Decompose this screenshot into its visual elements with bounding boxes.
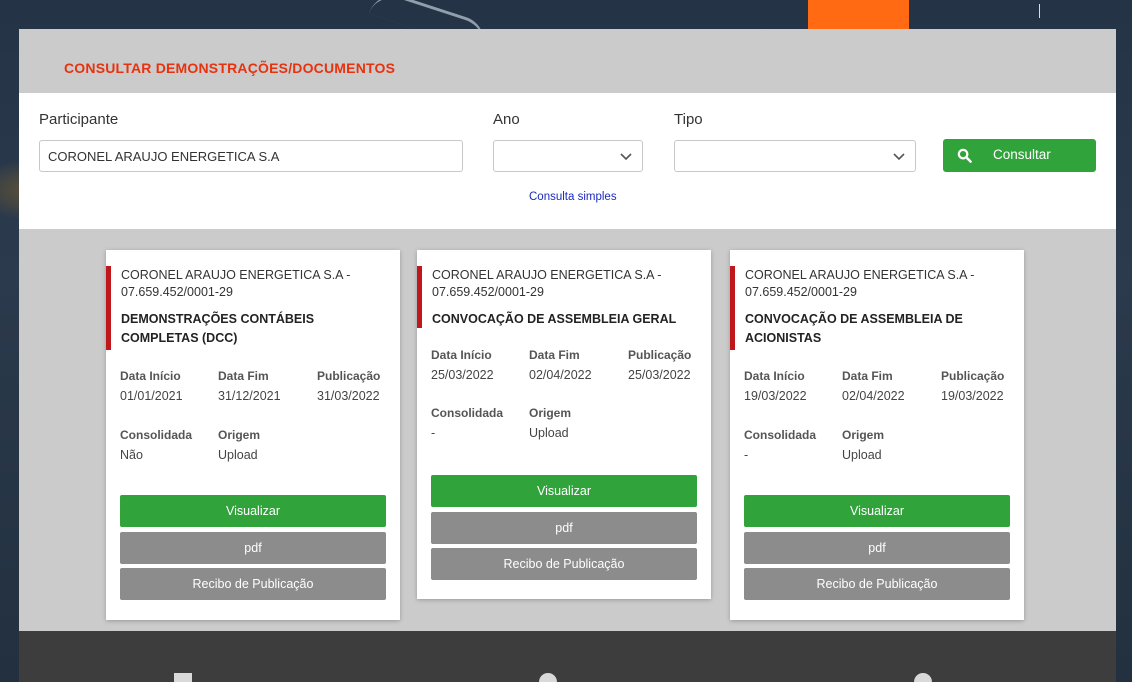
consolidada-label: Consolidada xyxy=(744,428,817,442)
data-fim-label: Data Fim xyxy=(218,369,269,383)
recibo-button[interactable]: Recibo de Publicação xyxy=(120,568,386,600)
recibo-button[interactable]: Recibo de Publicação xyxy=(744,568,1010,600)
footer-icon xyxy=(914,673,932,682)
page-footer xyxy=(19,631,1116,682)
document-card: CORONEL ARAUJO ENERGETICA S.A - 07.659.4… xyxy=(730,250,1024,620)
consulta-simples-link[interactable]: Consulta simples xyxy=(529,191,617,203)
card-doc-type-line1: CONVOCAÇÃO DE ASSEMBLEIA DE xyxy=(745,312,963,326)
card-org-cnpj: 07.659.452/0001-29 xyxy=(432,285,544,299)
pdf-button[interactable]: pdf xyxy=(431,512,697,544)
consolidada-value: - xyxy=(431,426,436,440)
card-doc-type-line2: COMPLETAS (DCC) xyxy=(121,331,238,345)
data-inicio-label: Data Início xyxy=(744,369,805,383)
tipo-label: Tipo xyxy=(674,111,703,128)
document-card: CORONEL ARAUJO ENERGETICA S.A - 07.659.4… xyxy=(417,250,711,599)
publicacao-value: 19/03/2022 xyxy=(941,389,1004,403)
card-org: CORONEL ARAUJO ENERGETICA S.A - 07.659.4… xyxy=(121,267,381,301)
card-doc-type-line1: CONVOCAÇÃO DE ASSEMBLEIA GERAL xyxy=(432,312,677,326)
publicacao-value: 25/03/2022 xyxy=(628,368,691,382)
card-accent xyxy=(106,266,111,350)
participante-label: Participante xyxy=(39,111,119,128)
origem-label: Origem xyxy=(529,406,572,420)
data-inicio-value: 01/01/2021 xyxy=(120,389,183,403)
card-accent xyxy=(417,266,422,328)
card-doc-type-line1: DEMONSTRAÇÕES CONTÁBEIS xyxy=(121,312,315,326)
tipo-select[interactable] xyxy=(674,140,916,172)
consolidada-value: - xyxy=(744,448,749,462)
visualizar-button[interactable]: Visualizar xyxy=(744,495,1010,527)
consultar-button[interactable]: Consultar xyxy=(943,139,1096,172)
background-divider xyxy=(1039,4,1040,18)
data-fim-value: 31/12/2021 xyxy=(218,389,281,403)
data-fim-value: 02/04/2022 xyxy=(529,368,592,382)
card-accent xyxy=(730,266,735,350)
consulta-panel: CONSULTAR DEMONSTRAÇÕES/DOCUMENTOS Parti… xyxy=(19,29,1116,682)
recibo-button[interactable]: Recibo de Publicação xyxy=(431,548,697,580)
consolidada-label: Consolidada xyxy=(431,406,504,420)
card-org-cnpj: 07.659.452/0001-29 xyxy=(121,285,233,299)
data-inicio-value: 19/03/2022 xyxy=(744,389,807,403)
publicacao-value: 31/03/2022 xyxy=(317,389,380,403)
origem-value: Upload xyxy=(529,426,569,440)
origem-value: Upload xyxy=(218,448,258,462)
data-inicio-label: Data Início xyxy=(120,369,181,383)
chevron-down-icon xyxy=(893,153,905,161)
consolidada-label: Consolidada xyxy=(120,428,193,442)
filter-form: Participante CORONEL ARAUJO ENERGETICA S… xyxy=(19,93,1116,229)
footer-icon xyxy=(539,673,557,682)
consolidada-value: Não xyxy=(120,448,143,462)
ano-label: Ano xyxy=(493,111,520,128)
visualizar-button[interactable]: Visualizar xyxy=(120,495,386,527)
pdf-button[interactable]: pdf xyxy=(744,532,1010,564)
chevron-down-icon xyxy=(620,153,632,161)
consultar-label: Consultar xyxy=(993,147,1051,162)
data-fim-value: 02/04/2022 xyxy=(842,389,905,403)
card-org: CORONEL ARAUJO ENERGETICA S.A - 07.659.4… xyxy=(745,267,1005,301)
participante-input[interactable]: CORONEL ARAUJO ENERGETICA S.A xyxy=(39,140,463,172)
brand-orange-block xyxy=(808,0,909,30)
card-org: CORONEL ARAUJO ENERGETICA S.A - 07.659.4… xyxy=(432,267,692,301)
publicacao-label: Publicação xyxy=(628,348,692,362)
document-card: CORONEL ARAUJO ENERGETICA S.A - 07.659.4… xyxy=(106,250,400,620)
card-doc-type-line2: ACIONISTAS xyxy=(745,331,822,345)
card-org-cnpj: 07.659.452/0001-29 xyxy=(745,285,857,299)
footer-icon xyxy=(174,673,192,682)
publicacao-label: Publicação xyxy=(941,369,1005,383)
visualizar-button[interactable]: Visualizar xyxy=(431,475,697,507)
origem-label: Origem xyxy=(218,428,261,442)
panel-header: CONSULTAR DEMONSTRAÇÕES/DOCUMENTOS xyxy=(19,29,1116,93)
search-icon xyxy=(957,148,972,163)
card-org-name: CORONEL ARAUJO ENERGETICA S.A - xyxy=(432,268,662,282)
ano-select[interactable] xyxy=(493,140,643,172)
data-fim-label: Data Fim xyxy=(529,348,580,362)
data-inicio-value: 25/03/2022 xyxy=(431,368,494,382)
publicacao-label: Publicação xyxy=(317,369,381,383)
origem-value: Upload xyxy=(842,448,882,462)
page-title: CONSULTAR DEMONSTRAÇÕES/DOCUMENTOS xyxy=(64,60,396,76)
card-org-name: CORONEL ARAUJO ENERGETICA S.A - xyxy=(121,268,351,282)
data-inicio-label: Data Início xyxy=(431,348,492,362)
data-fim-label: Data Fim xyxy=(842,369,893,383)
origem-label: Origem xyxy=(842,428,885,442)
card-doc-type: CONVOCAÇÃO DE ASSEMBLEIA GERAL xyxy=(432,310,702,329)
card-doc-type: CONVOCAÇÃO DE ASSEMBLEIA DE ACIONISTAS xyxy=(745,310,1015,348)
card-org-name: CORONEL ARAUJO ENERGETICA S.A - xyxy=(745,268,975,282)
participante-value: CORONEL ARAUJO ENERGETICA S.A xyxy=(48,149,280,164)
card-doc-type: DEMONSTRAÇÕES CONTÁBEIS COMPLETAS (DCC) xyxy=(121,310,391,348)
pdf-button[interactable]: pdf xyxy=(120,532,386,564)
